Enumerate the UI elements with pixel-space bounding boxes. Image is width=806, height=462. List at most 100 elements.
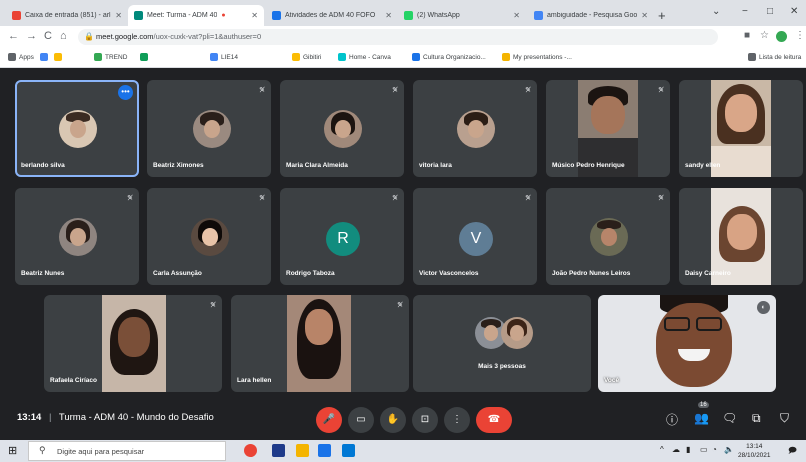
- participant-tile[interactable]: ✎̸ Beatriz Ximones: [147, 80, 271, 177]
- more-options-button[interactable]: ⋮: [444, 407, 470, 433]
- participant-tile[interactable]: ✎̸ vitoria lara: [413, 80, 537, 177]
- participant-tile[interactable]: ••• berlando silva: [15, 80, 139, 177]
- network-icon[interactable]: ▭: [700, 445, 708, 454]
- bookmark-presentations[interactable]: My presentations -...: [502, 53, 572, 61]
- forward-button[interactable]: →: [26, 30, 37, 42]
- tab-close-icon[interactable]: ✕: [509, 11, 520, 20]
- mic-off-icon: ✎̸: [392, 87, 398, 94]
- bookmark-label: TREND: [105, 53, 128, 61]
- tab-whatsapp[interactable]: (2) WhatsApp ✕: [398, 5, 526, 26]
- bookmark-icon: [40, 53, 48, 61]
- participant-name: João Pedro Nunes Leiros: [552, 270, 631, 277]
- participant-tile[interactable]: ✎̸ João Pedro Nunes Leiros: [546, 188, 670, 285]
- minimize-button[interactable]: −: [742, 6, 748, 17]
- tab-search-icon[interactable]: ⌄: [712, 6, 720, 17]
- task-view-icon[interactable]: [272, 444, 285, 457]
- people-button[interactable]: 👥 16: [694, 402, 709, 425]
- mic-off-icon: ✎̸: [658, 87, 664, 94]
- bookmark-item[interactable]: [54, 53, 65, 61]
- avatar: [501, 317, 533, 349]
- battery-icon[interactable]: ▮: [686, 445, 690, 454]
- shield-icon: ⛉: [780, 411, 790, 425]
- meeting-info: 13:14 | Turma - ADM 40 - Mundo do Desafi…: [17, 412, 214, 423]
- tab-close-icon[interactable]: ✕: [111, 11, 122, 20]
- tab-close-icon[interactable]: ✕: [381, 11, 392, 20]
- tab-meet[interactable]: Meet: Turma - ADM 40 ● ✕: [128, 5, 264, 26]
- edge-icon[interactable]: [342, 444, 355, 457]
- participant-tile[interactable]: ✎̸ Carla Assunção: [147, 188, 271, 285]
- bookmark-apps[interactable]: Apps: [8, 53, 34, 61]
- participant-tile[interactable]: ✎̸ Maria Clara Almeida: [280, 80, 404, 177]
- mic-off-icon: ✎̸: [525, 87, 531, 94]
- participant-tile[interactable]: Daisy Carneiro: [679, 188, 803, 285]
- close-window-button[interactable]: ✕: [790, 6, 798, 17]
- tile-options-icon[interactable]: ◐: [757, 301, 770, 314]
- store-icon[interactable]: [318, 444, 331, 457]
- chrome-app-icon[interactable]: [244, 444, 257, 457]
- notifications-icon[interactable]: 🗩: [788, 445, 797, 459]
- mic-toggle-button[interactable]: 🎤: [316, 407, 342, 433]
- bookmark-trend[interactable]: TREND: [94, 53, 127, 61]
- mic-off-icon: ✎̸: [525, 195, 531, 202]
- bookmark-star-icon[interactable]: ☆: [760, 30, 769, 41]
- participant-tile[interactable]: ✎̸ Músico Pedro Henrique: [546, 80, 670, 177]
- bookmark-item[interactable]: [40, 53, 51, 61]
- bookmark-label: Cultura Organizacio...: [423, 53, 486, 61]
- mic-off-icon: ✎̸: [259, 195, 265, 202]
- chat-icon: 🗨: [722, 411, 738, 425]
- chat-button[interactable]: 🗨: [722, 411, 737, 425]
- meeting-details-button[interactable]: ⓘ: [666, 411, 678, 428]
- back-button[interactable]: ←: [8, 30, 19, 42]
- profile-avatar[interactable]: [776, 31, 787, 42]
- tab-google-search[interactable]: ambiguidade - Pesquisa Goo ✕: [528, 5, 654, 26]
- cloud-icon[interactable]: ☁: [672, 445, 680, 454]
- browser-menu-icon[interactable]: ⋮: [795, 30, 805, 41]
- activities-button[interactable]: ⧉: [752, 411, 761, 426]
- new-tab-button[interactable]: +: [658, 8, 666, 23]
- leave-call-button[interactable]: ☎: [476, 407, 512, 433]
- windows-start-icon[interactable]: ⊞: [8, 444, 17, 457]
- tab-close-icon[interactable]: ✕: [637, 11, 648, 20]
- participant-tile[interactable]: ✎̸ R Rodrigo Taboza: [280, 188, 404, 285]
- present-button[interactable]: ⊡: [412, 407, 438, 433]
- avatar: [457, 110, 495, 148]
- volume-icon[interactable]: 🔈: [724, 445, 734, 454]
- camera-toggle-button[interactable]: ▭: [348, 407, 374, 433]
- raise-hand-button[interactable]: ✋: [380, 407, 406, 433]
- participant-name: Rafaela Ciríaco: [50, 377, 97, 384]
- participant-tile[interactable]: sandy ellen: [679, 80, 803, 177]
- bookmark-canva[interactable]: Home - Canva: [338, 53, 391, 61]
- more-options-button[interactable]: •••: [118, 85, 133, 100]
- self-view-tile[interactable]: ◐ Você: [598, 295, 776, 392]
- home-button[interactable]: ⌂: [60, 30, 67, 42]
- address-bar[interactable]: 🔒 meet.google.com/uox-cuxk-vat?pli=1&aut…: [78, 29, 718, 45]
- camera-permission-icon[interactable]: ■: [744, 30, 750, 41]
- meeting-time: 13:14: [17, 412, 42, 423]
- tray-chevron-icon[interactable]: ^: [660, 445, 664, 454]
- letter-avatar: V: [459, 222, 493, 256]
- reading-list-button[interactable]: Lista de leitura: [748, 53, 801, 61]
- participant-tile[interactable]: ✎̸ Beatriz Nunes: [15, 188, 139, 285]
- mic-off-icon: ✎̸: [210, 302, 216, 309]
- tab-gmail[interactable]: Caixa de entrada (851) - arlc ✕: [6, 5, 128, 26]
- meet-icon: [134, 11, 143, 20]
- tab-atividades[interactable]: Atividades de ADM 40 FOFO ✕: [266, 5, 398, 26]
- taskbar-search[interactable]: ⚲ Digite aqui para pesquisar: [28, 441, 226, 461]
- system-clock[interactable]: 13:14 28/10/2021: [738, 442, 771, 460]
- tab-label: ambiguidade - Pesquisa Goo: [547, 12, 638, 19]
- file-explorer-icon[interactable]: [296, 444, 309, 457]
- more-people-tile[interactable]: Mais 3 pessoas: [413, 295, 591, 392]
- participant-name: Maria Clara Almeida: [286, 162, 348, 169]
- reload-button[interactable]: C: [44, 30, 52, 42]
- maximize-button[interactable]: □: [767, 6, 773, 17]
- host-controls-button[interactable]: ⛉: [780, 411, 789, 426]
- bookmark-gibitiri[interactable]: Gibitiri: [292, 53, 321, 61]
- tab-close-icon[interactable]: ✕: [247, 11, 258, 20]
- participant-tile[interactable]: ✎̸ Lara hellen: [231, 295, 409, 392]
- bookmark-lie14[interactable]: LIE14: [210, 53, 238, 61]
- participant-tile[interactable]: ✎̸ Rafaela Ciríaco: [44, 295, 222, 392]
- bookmark-item[interactable]: [140, 53, 151, 61]
- wifi-icon[interactable]: ◔: [712, 445, 717, 454]
- participant-tile[interactable]: ✎̸ V Victor Vasconcelos: [413, 188, 537, 285]
- bookmark-cultura[interactable]: Cultura Organizacio...: [412, 53, 486, 61]
